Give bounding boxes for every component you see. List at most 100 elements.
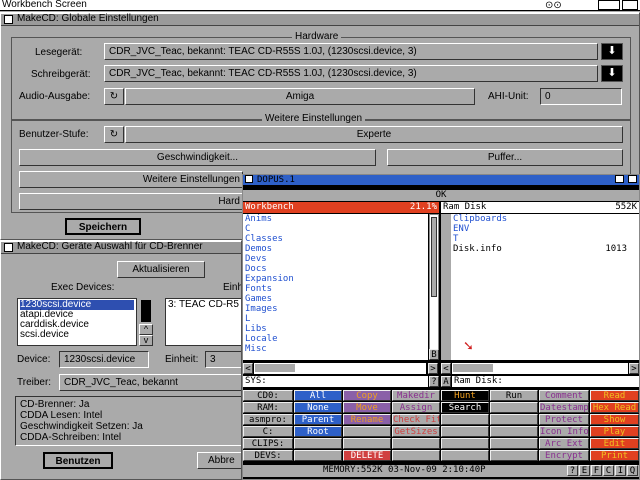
root-button[interactable]: Root	[294, 426, 342, 437]
arcext-button[interactable]: Arc Ext	[539, 438, 589, 449]
exec-devices-list[interactable]: 1230scsi.device atapi.device carddisk.de…	[17, 298, 137, 346]
left-hscroll-knob[interactable]	[255, 364, 295, 372]
list-item[interactable]: scsi.device	[20, 330, 134, 340]
device-field[interactable]: 1230scsi.device	[59, 351, 149, 368]
empty-button[interactable]	[490, 414, 538, 425]
empty-button[interactable]	[441, 426, 489, 437]
list-item[interactable]: Games	[245, 294, 428, 304]
read-button[interactable]: Read	[590, 390, 639, 401]
scroll-down-icon[interactable]: v	[139, 335, 153, 346]
weitere-einstellungen-button[interactable]: Weitere Einstellungen	[19, 171, 243, 188]
list-item[interactable]: Images	[245, 304, 428, 314]
empty-button[interactable]	[441, 450, 489, 461]
iconinfo-button[interactable]: Icon Info	[539, 426, 589, 437]
list-item[interactable]: Classes	[245, 234, 428, 244]
left-scroll-left[interactable]: <	[243, 363, 253, 374]
aktualisieren-button[interactable]: Aktualisieren	[117, 261, 205, 278]
right-scroll-right[interactable]: >	[629, 363, 639, 374]
flag-button[interactable]: I	[615, 465, 626, 476]
empty-button[interactable]	[490, 402, 538, 413]
list-item[interactable]: Devs	[245, 254, 428, 264]
empty-button[interactable]	[490, 426, 538, 437]
close-icon[interactable]	[4, 15, 13, 24]
empty-button[interactable]	[343, 426, 391, 437]
schreibgeraet-select-button[interactable]: ⬇	[601, 65, 623, 82]
units-list[interactable]: 3: TEAC CD-R5	[165, 298, 241, 346]
flag-button[interactable]: F	[591, 465, 602, 476]
empty-button[interactable]	[441, 438, 489, 449]
none-button[interactable]: None	[294, 402, 342, 413]
parent-button[interactable]: Parent	[294, 414, 342, 425]
encrypt-button[interactable]: Encrypt	[539, 450, 589, 461]
list-item[interactable]: 3: TEAC CD-R5	[168, 300, 241, 310]
flag-button[interactable]: Q	[627, 465, 638, 476]
flag-button[interactable]: C	[603, 465, 614, 476]
audio-cycle-button[interactable]: ↻	[104, 88, 124, 105]
audio-cycle-value[interactable]: Amiga	[125, 88, 475, 105]
right-scroll-left[interactable]: <	[441, 363, 451, 374]
benutzer-cycle-button[interactable]: ↻	[104, 126, 124, 143]
rename-button[interactable]: Rename	[343, 414, 391, 425]
list-item[interactable]: Locale	[245, 334, 428, 344]
protect-button[interactable]: Protect	[539, 414, 589, 425]
zoom-icon[interactable]	[615, 175, 624, 183]
left-path-field[interactable]: SYS:	[243, 376, 428, 387]
list-item[interactable]: Misc	[245, 344, 428, 354]
mid-a-button[interactable]: A	[441, 376, 451, 387]
benutzen-button[interactable]: Benutzen	[43, 452, 113, 469]
assign-button[interactable]: Assign	[392, 402, 440, 413]
list-item[interactable]: C	[245, 224, 428, 234]
flag-button[interactable]: ?	[567, 465, 578, 476]
delete-button[interactable]: DELETE	[343, 450, 391, 461]
scroll-up-icon[interactable]: ^	[139, 324, 153, 335]
all-button[interactable]: All	[294, 390, 342, 401]
hardware-button[interactable]: Hard	[19, 193, 243, 210]
right-hscroll[interactable]	[452, 363, 628, 374]
search-button[interactable]: Search	[441, 402, 489, 413]
device-button[interactable]: DEVS:	[243, 450, 293, 461]
list-item[interactable]: T	[453, 234, 639, 244]
empty-button[interactable]	[343, 438, 391, 449]
puffer-button[interactable]: Puffer...	[387, 149, 623, 166]
dopus-titlebar[interactable]: DOPUS.1	[243, 175, 639, 185]
makedir-button[interactable]: Makedir	[392, 390, 440, 401]
left-scrollbar[interactable]	[429, 214, 439, 360]
print-button[interactable]: Print	[590, 450, 639, 461]
geschwindigkeit-button[interactable]: Geschwindigkeit...	[19, 149, 376, 166]
treiber-field[interactable]: CDR_JVC_Teac, bekannt	[59, 374, 241, 391]
screen-front-icon[interactable]	[622, 0, 638, 10]
list-item[interactable]: ENV	[453, 224, 639, 234]
list-item[interactable]: Anims	[245, 214, 428, 224]
left-scroll-knob[interactable]	[431, 217, 437, 297]
empty-button[interactable]	[490, 438, 538, 449]
lesegeraet-field[interactable]: CDR_JVC_Teac, bekannt: TEAC CD-R55S 1.0J…	[104, 43, 598, 60]
empty-button[interactable]	[490, 450, 538, 461]
list-item[interactable]: Demos	[245, 244, 428, 254]
right-scrollbar[interactable]	[441, 214, 451, 360]
show-button[interactable]: Show	[590, 414, 639, 425]
checkfit-button[interactable]: Check Fit	[392, 414, 440, 425]
hexread-button[interactable]: Hex Read	[590, 402, 639, 413]
empty-button[interactable]	[294, 450, 342, 461]
device-button[interactable]: asmpro:	[243, 414, 293, 425]
empty-button[interactable]	[294, 438, 342, 449]
datestamp-button[interactable]: Datestamp	[539, 402, 589, 413]
screen-depth-icon[interactable]: ⊙⊙	[545, 0, 562, 11]
device-button[interactable]: CD0:	[243, 390, 293, 401]
getsizes-button[interactable]: GetSizes	[392, 426, 440, 437]
depth-icon[interactable]	[628, 175, 637, 183]
screen-back-icon[interactable]	[598, 0, 620, 10]
left-hscroll[interactable]	[254, 363, 426, 374]
device-button[interactable]: C:	[243, 426, 293, 437]
device-select-titlebar[interactable]: MakeCD: Geräte Auswahl für CD-Brenner	[1, 241, 241, 254]
abbrechen-button[interactable]: Abbre	[197, 452, 241, 469]
speichern-button[interactable]: Speichern	[65, 218, 141, 235]
close-icon[interactable]	[4, 243, 13, 252]
device-button[interactable]: CLIPS:	[243, 438, 293, 449]
list-item[interactable]: Fonts	[245, 284, 428, 294]
list-item[interactable]: Clipboards	[453, 214, 639, 224]
right-hscroll-knob[interactable]	[453, 364, 493, 372]
close-icon[interactable]	[245, 175, 253, 183]
copy-button[interactable]: Copy	[343, 390, 391, 401]
lesegeraet-select-button[interactable]: ⬇	[601, 43, 623, 60]
